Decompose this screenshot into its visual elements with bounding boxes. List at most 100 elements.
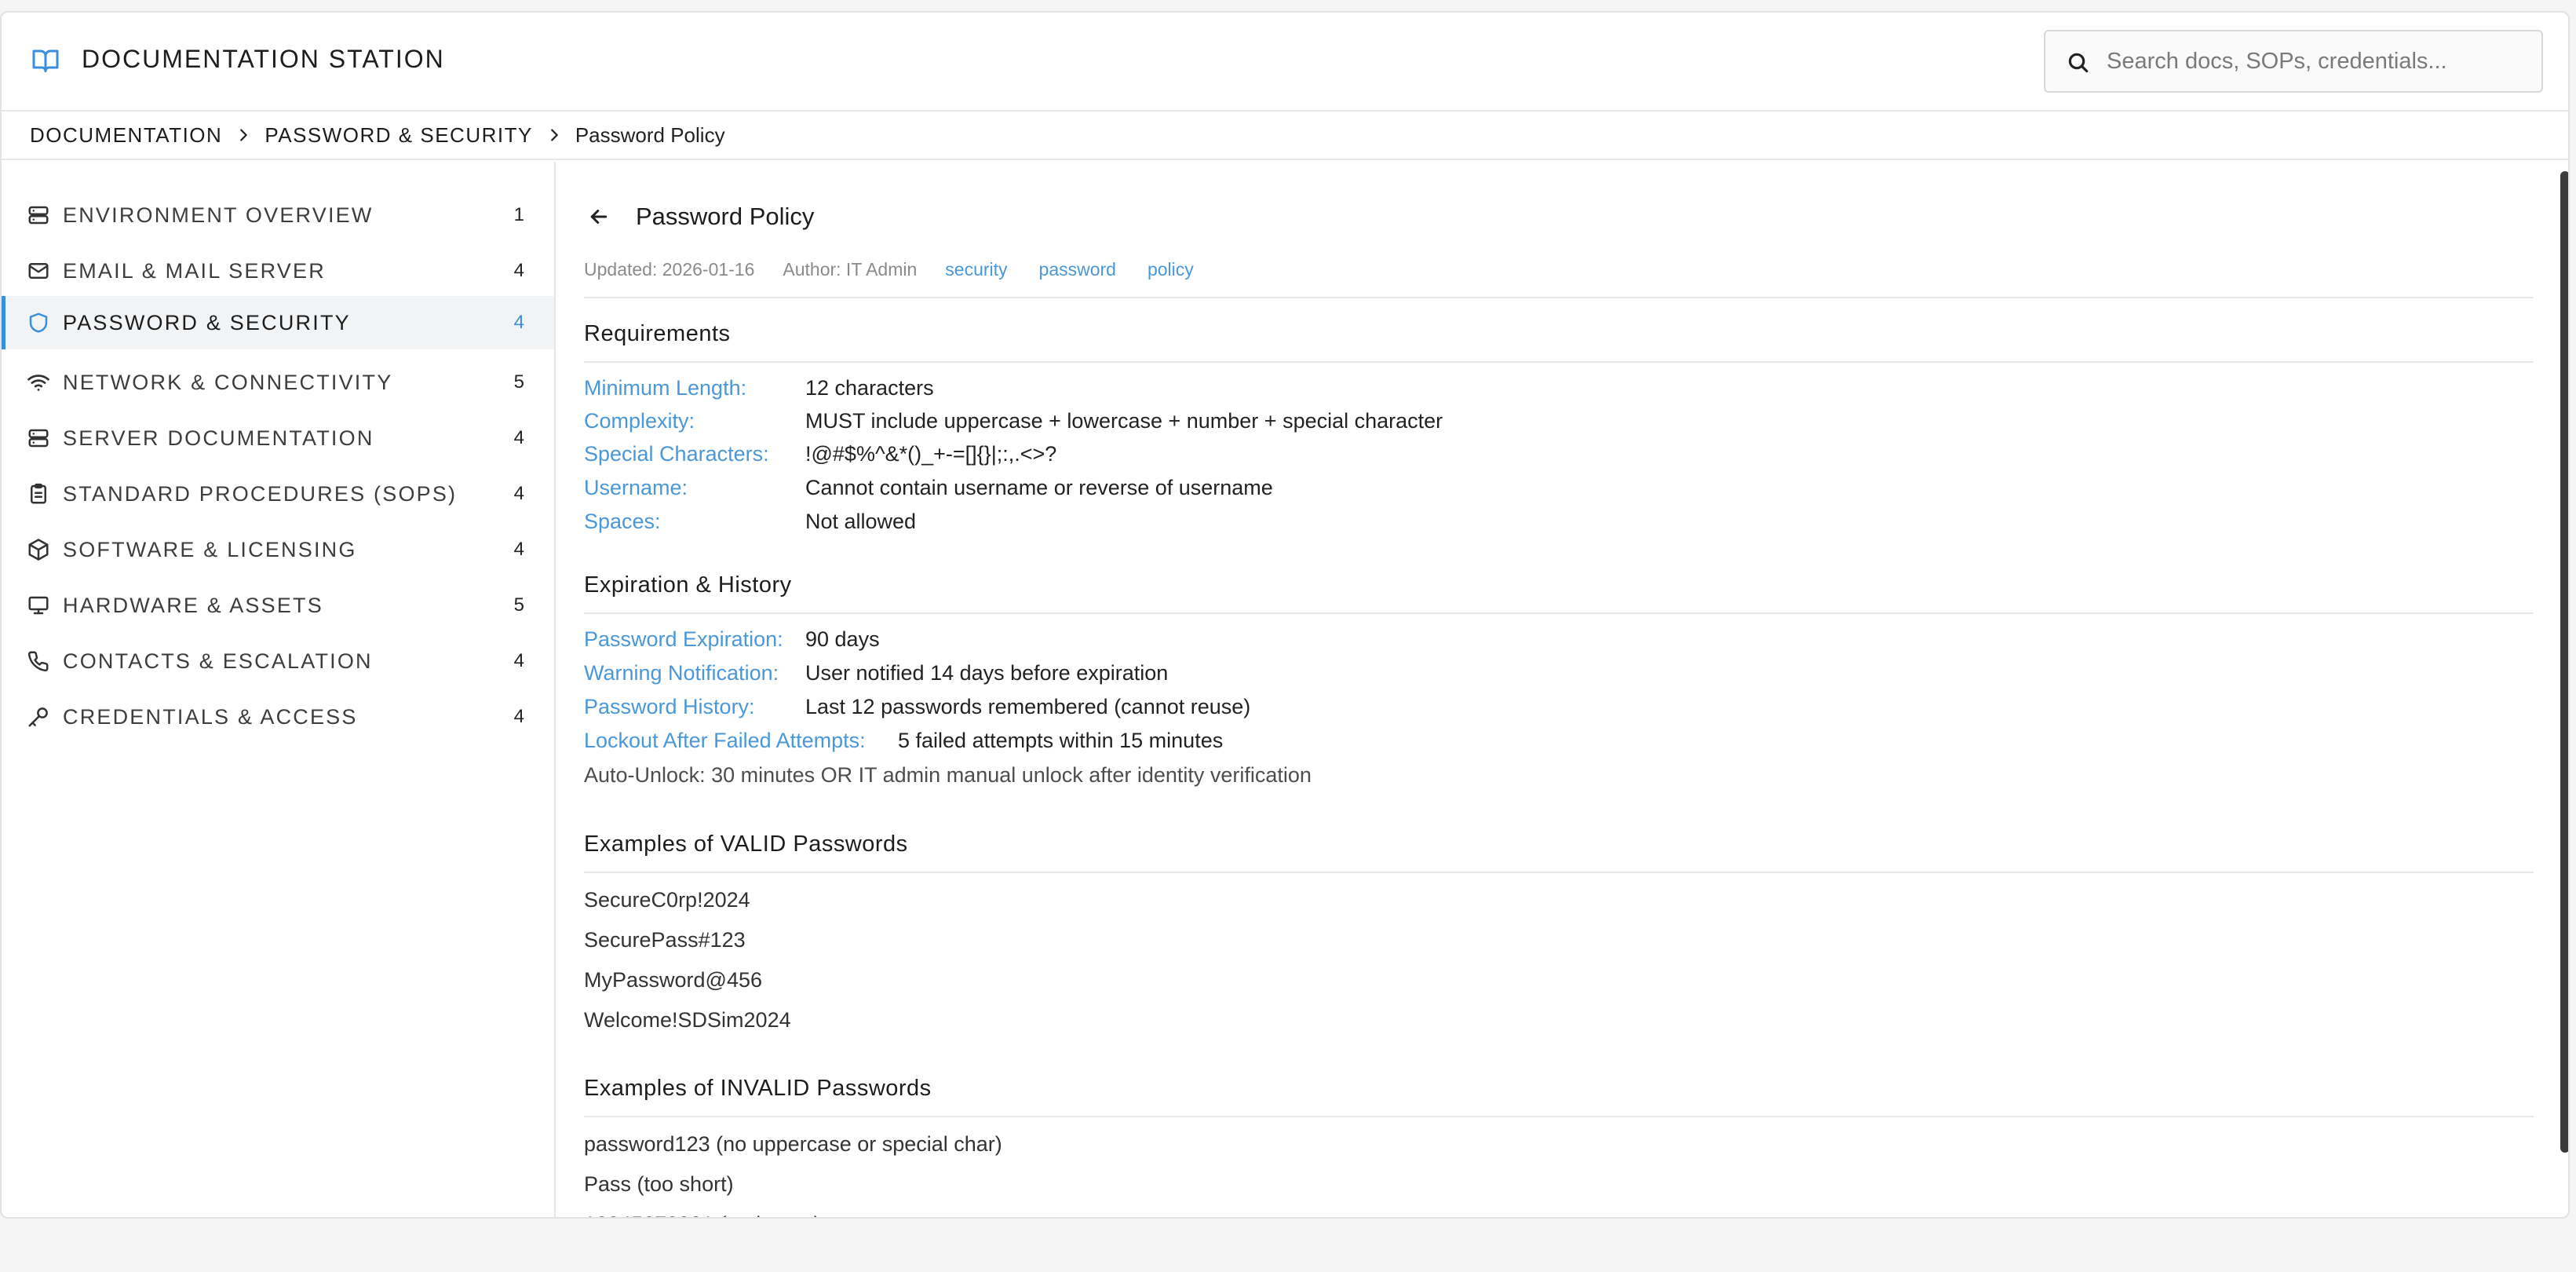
- list-item: SecureC0rp!2024: [584, 888, 750, 912]
- field-row: Spaces: Not allowed: [584, 506, 916, 537]
- field-row: Complexity: MUST include uppercase + low…: [584, 405, 1443, 437]
- field-value: Not allowed: [805, 509, 917, 533]
- field-label: Spaces:: [584, 509, 661, 533]
- field-row: Special Characters: !@#$%^&*()_+-=[]{}|;…: [584, 438, 1056, 470]
- shield-icon: [29, 313, 48, 333]
- search-input[interactable]: [2107, 42, 2530, 80]
- updated-date: Updated: 2026-01-16: [584, 259, 755, 280]
- sidebar-item-count: 4: [513, 706, 524, 727]
- server-icon: [28, 206, 49, 225]
- sidebar-item-network-connectivity[interactable]: NETWORK & CONNECTIVITY 5: [2, 356, 554, 409]
- sidebar-item-count: 4: [513, 483, 524, 504]
- sidebar-item-software-licensing[interactable]: SOFTWARE & LICENSING 4: [2, 523, 554, 576]
- field-value: Cannot contain username or reverse of us…: [805, 475, 1273, 499]
- field-row: Lockout After Failed Attempts: 5 failed …: [584, 725, 1223, 756]
- sidebar-item-count: 1: [513, 204, 524, 225]
- sidebar-item-label: ENVIRONMENT OVERVIEW: [63, 203, 374, 227]
- sidebar-item-label: CREDENTIALS & ACCESS: [63, 704, 358, 729]
- auto-unlock-note: Auto-Unlock: 30 minutes OR IT admin manu…: [584, 763, 1312, 787]
- sidebar-item-count: 4: [513, 260, 524, 281]
- divider: [584, 1116, 2534, 1117]
- sidebar-item-label: PASSWORD & SECURITY: [63, 310, 351, 334]
- field-row: Username: Cannot contain username or rev…: [584, 472, 1273, 503]
- breadcrumb-password-security[interactable]: PASSWORD & SECURITY: [265, 123, 533, 148]
- field-label: Warning Notification:: [584, 660, 779, 685]
- field-label: Special Characters:: [584, 441, 769, 466]
- package-icon: [28, 539, 49, 561]
- monitor-icon: [28, 596, 49, 615]
- sidebar-item-server-documentation[interactable]: SERVER DOCUMENTATION 4: [2, 411, 554, 465]
- divider: [584, 872, 2534, 873]
- field-label: Lockout After Failed Attempts:: [584, 728, 866, 752]
- breadcrumb-documentation[interactable]: DOCUMENTATION: [30, 123, 222, 148]
- clipboard-icon: [31, 483, 46, 504]
- field-value: User notified 14 days before expiration: [805, 660, 1169, 685]
- sidebar-item-label: HARDWARE & ASSETS: [63, 593, 323, 617]
- field-label: Complexity:: [584, 408, 695, 433]
- doc-meta: Updated: 2026-01-16 Author: IT Admin sec…: [584, 259, 1225, 280]
- list-item: password123 (no uppercase or special cha…: [584, 1132, 1002, 1156]
- search-icon: [2068, 53, 2089, 73]
- sidebar-item-contacts-escalation[interactable]: CONTACTS & ESCALATION 4: [2, 634, 554, 688]
- field-value: !@#$%^&*()_+-=[]{}|;:,.<>?: [805, 441, 1057, 466]
- field-row: Password History: Last 12 passwords reme…: [584, 691, 1250, 722]
- scrollbar[interactable]: [2560, 171, 2568, 1153]
- section-heading-valid: Examples of VALID Passwords: [584, 832, 908, 857]
- field-label: Username:: [584, 475, 688, 499]
- wifi-icon: [27, 375, 49, 391]
- sidebar-item-label: SERVER DOCUMENTATION: [63, 426, 374, 450]
- sidebar-item-standard-procedures[interactable]: STANDARD PROCEDURES (SOPS) 4: [2, 467, 554, 521]
- field-value: 90 days: [805, 627, 880, 651]
- list-item: SecurePass#123: [584, 928, 746, 952]
- field-value: MUST include uppercase + lowercase + num…: [805, 408, 1443, 433]
- sidebar: ENVIRONMENT OVERVIEW 1 EMAIL & MAIL SERV…: [2, 162, 556, 1217]
- chevron-right-icon: [240, 129, 248, 141]
- page-background: [0, 1220, 2576, 1272]
- sidebar-item-email-mail-server[interactable]: EMAIL & MAIL SERVER 4: [2, 244, 554, 298]
- page-title: Password Policy: [636, 203, 815, 230]
- sidebar-item-label: STANDARD PROCEDURES (SOPS): [63, 481, 458, 506]
- server-icon: [28, 429, 49, 448]
- author: Author: IT Admin: [783, 259, 918, 280]
- mail-icon: [28, 263, 49, 279]
- tag-security[interactable]: security: [945, 259, 1007, 280]
- field-label: Password History:: [584, 694, 755, 718]
- app-header: DOCUMENTATION STATION: [2, 13, 2568, 111]
- section-heading-expiration: Expiration & History: [584, 572, 792, 598]
- field-row: Warning Notification: User notified 14 d…: [584, 657, 1168, 689]
- chevron-right-icon: [550, 129, 558, 141]
- section-heading-requirements: Requirements: [584, 321, 731, 346]
- sidebar-item-count: 4: [513, 427, 524, 448]
- breadcrumb-current: Password Policy: [575, 122, 725, 147]
- app-title: DOCUMENTATION STATION: [82, 45, 445, 73]
- field-value: 12 characters: [805, 375, 934, 400]
- sidebar-item-count: 5: [513, 371, 524, 393]
- key-icon: [28, 707, 48, 727]
- field-row: Minimum Length: 12 characters: [584, 372, 934, 404]
- sidebar-item-count: 4: [513, 650, 524, 671]
- tag-password[interactable]: password: [1039, 259, 1116, 280]
- search-box[interactable]: [2044, 30, 2543, 93]
- sidebar-item-label: NETWORK & CONNECTIVITY: [63, 370, 393, 394]
- sidebar-item-count: 4: [513, 539, 524, 560]
- sidebar-item-environment-overview[interactable]: ENVIRONMENT OVERVIEW 1: [2, 188, 554, 242]
- field-value: Last 12 passwords remembered (cannot reu…: [805, 694, 1251, 718]
- breadcrumb: DOCUMENTATION PASSWORD & SECURITY Passwo…: [2, 111, 2568, 160]
- sidebar-item-label: CONTACTS & ESCALATION: [63, 649, 373, 673]
- divider: [584, 297, 2534, 298]
- tag-policy[interactable]: policy: [1148, 259, 1194, 280]
- list-item: Welcome!SDSim2024: [584, 1008, 791, 1032]
- sidebar-item-label: EMAIL & MAIL SERVER: [63, 258, 326, 283]
- sidebar-item-count: 5: [513, 594, 524, 616]
- phone-icon: [27, 651, 49, 672]
- sidebar-item-password-security[interactable]: PASSWORD & SECURITY 4: [2, 296, 554, 349]
- divider: [584, 361, 2534, 363]
- field-label: Minimum Length:: [584, 375, 747, 400]
- list-item: Pass (too short): [584, 1172, 734, 1196]
- sidebar-item-hardware-assets[interactable]: HARDWARE & ASSETS 5: [2, 579, 554, 632]
- sidebar-item-credentials-access[interactable]: CREDENTIALS & ACCESS 4: [2, 690, 554, 744]
- field-value: 5 failed attempts within 15 minutes: [898, 728, 1224, 752]
- app-window: DOCUMENTATION STATION DOCUMENTATION PASS…: [0, 11, 2570, 1219]
- divider: [584, 612, 2534, 614]
- arrow-left-icon[interactable]: [587, 205, 611, 228]
